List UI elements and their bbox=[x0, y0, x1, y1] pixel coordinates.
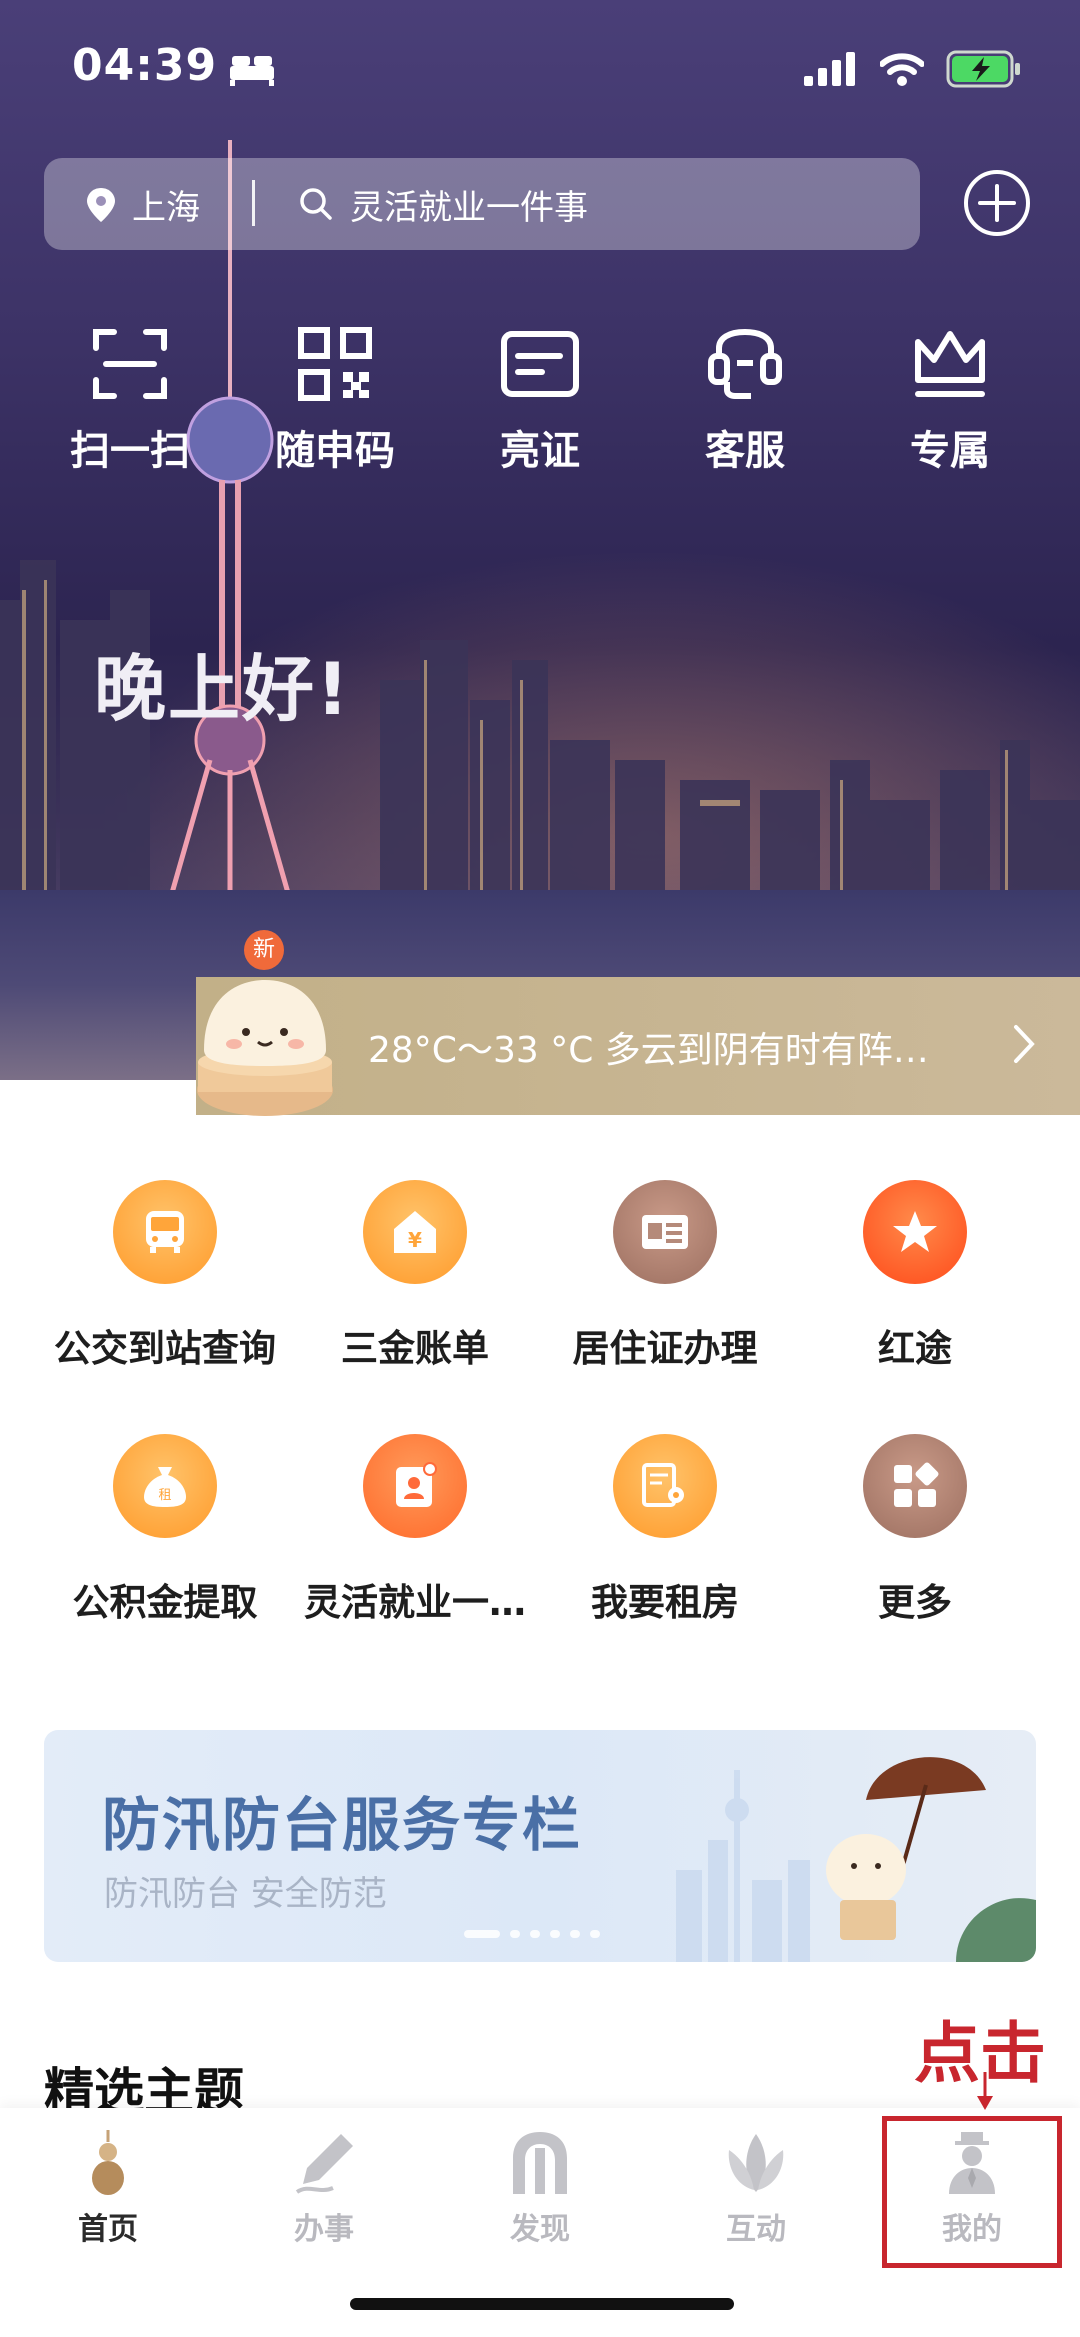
home-indicator bbox=[350, 2298, 734, 2310]
service-bus-arrival[interactable]: 公交到站查询 bbox=[40, 1180, 290, 1372]
card-icon bbox=[501, 331, 579, 397]
service-housing-fund-withdraw[interactable]: 租 公积金提取 bbox=[40, 1434, 290, 1626]
carousel-dot bbox=[550, 1930, 560, 1938]
shortcut-exclusive[interactable]: 专属 bbox=[860, 320, 1040, 476]
scan-icon bbox=[93, 329, 167, 399]
carousel-dot bbox=[464, 1930, 500, 1938]
shortcut-label: 随申码 bbox=[275, 428, 395, 474]
shortcut-label: 亮证 bbox=[500, 428, 580, 474]
service-label: 居住证办理 bbox=[572, 1327, 758, 1370]
search-input[interactable]: 灵活就业一件事 bbox=[350, 180, 588, 229]
home-gourd-icon bbox=[92, 2130, 124, 2195]
service-flexible-employment[interactable]: 灵活就业一… bbox=[290, 1434, 540, 1626]
battery-charging-icon bbox=[946, 50, 1020, 88]
shortcut-scan[interactable]: 扫一扫 bbox=[40, 320, 220, 476]
tab-interact[interactable]: 互动 bbox=[648, 2128, 864, 2248]
highlight-box bbox=[882, 2116, 1062, 2268]
oriental-pearl-tower-illustration bbox=[167, 140, 293, 900]
shortcut-label: 专属 bbox=[910, 428, 990, 474]
house-yen-icon: ¥ bbox=[394, 1211, 436, 1253]
arch-icon bbox=[513, 2132, 567, 2194]
service-label: 更多 bbox=[878, 1581, 952, 1624]
service-icon-circle: ¥ bbox=[363, 1180, 467, 1284]
service-label: 三金账单 bbox=[341, 1327, 489, 1370]
location-pin-icon bbox=[87, 188, 115, 222]
banner-title: 防汛防台服务专栏 bbox=[102, 1791, 583, 1859]
service-icon-circle bbox=[863, 1434, 967, 1538]
service-red-tour[interactable]: 红途 bbox=[790, 1180, 1040, 1372]
service-label: 公交到站查询 bbox=[54, 1327, 276, 1370]
banner-illustration bbox=[676, 1757, 1036, 1962]
search-divider bbox=[252, 180, 255, 226]
shortcut-label: 扫一扫 bbox=[70, 428, 190, 474]
service-icon-circle bbox=[863, 1180, 967, 1284]
wifi-icon bbox=[880, 53, 924, 86]
service-more[interactable]: 更多 bbox=[790, 1434, 1040, 1626]
carousel-indicator bbox=[464, 1930, 600, 1938]
carousel-dot bbox=[590, 1930, 600, 1938]
tab-services[interactable]: 办事 bbox=[216, 2128, 432, 2248]
service-icon-circle bbox=[613, 1434, 717, 1538]
shortcut-label: 客服 bbox=[705, 428, 785, 474]
shortcut-customer-service[interactable]: 客服 bbox=[655, 320, 835, 476]
service-icon-circle bbox=[613, 1180, 717, 1284]
id-badge-icon bbox=[396, 1462, 437, 1507]
carousel-dot bbox=[510, 1930, 520, 1938]
svg-text:租: 租 bbox=[158, 1488, 171, 1503]
banner-subtitle: 防汛防台 安全防范 bbox=[104, 1874, 387, 1914]
arrow-down-icon bbox=[977, 2072, 993, 2110]
tab-label: 办事 bbox=[294, 2212, 354, 2247]
grid-more-icon bbox=[894, 1462, 939, 1507]
service-icon-circle bbox=[363, 1434, 467, 1538]
service-icon-circle bbox=[113, 1180, 217, 1284]
bus-icon bbox=[146, 1211, 184, 1253]
service-residence-permit[interactable]: 居住证办理 bbox=[540, 1180, 790, 1372]
pen-icon bbox=[295, 2134, 353, 2194]
city-selector[interactable]: 上海 bbox=[132, 180, 200, 229]
status-time: 04:39 bbox=[72, 40, 218, 91]
service-rent-house[interactable]: 我要租房 bbox=[540, 1434, 790, 1626]
carousel-dot bbox=[530, 1930, 540, 1938]
flood-prevention-banner[interactable]: 防汛防台服务专栏 防汛防台 安全防范 bbox=[44, 1730, 1036, 1962]
tab-home[interactable]: 首页 bbox=[0, 2128, 216, 2248]
rent-document-icon bbox=[642, 1463, 684, 1507]
crown-icon bbox=[915, 331, 985, 397]
svg-text:¥: ¥ bbox=[408, 1228, 422, 1252]
tab-label: 首页 bbox=[78, 2212, 138, 2247]
money-bag-icon: 租 bbox=[144, 1467, 186, 1507]
magnolia-icon bbox=[728, 2134, 784, 2192]
service-label: 灵活就业一… bbox=[304, 1581, 526, 1624]
tab-label: 发现 bbox=[510, 2212, 570, 2247]
service-label: 我要租房 bbox=[591, 1581, 739, 1624]
tab-discover[interactable]: 发现 bbox=[432, 2128, 648, 2248]
chevron-right-icon bbox=[1014, 1025, 1035, 1063]
weather-text: 28°C～33 °C 多云到阴有时有阵… bbox=[368, 1030, 929, 1071]
service-three-funds-bill[interactable]: ¥ 三金账单 bbox=[290, 1180, 540, 1372]
sleep-mode-icon bbox=[230, 56, 274, 86]
carousel-dot bbox=[570, 1930, 580, 1938]
headset-icon bbox=[708, 328, 782, 399]
search-icon bbox=[300, 188, 332, 220]
search-bar[interactable]: 上海 灵活就业一件事 bbox=[44, 158, 920, 250]
tab-label: 互动 bbox=[726, 2212, 786, 2247]
residence-card-icon bbox=[642, 1215, 688, 1249]
cellular-signal-icon bbox=[804, 52, 855, 86]
star-icon bbox=[893, 1211, 937, 1252]
add-plus-icon[interactable] bbox=[962, 168, 1032, 238]
service-label: 公积金提取 bbox=[72, 1581, 258, 1624]
status-bar: 04:39 bbox=[0, 0, 1080, 130]
top-shortcuts: 扫一扫 随申码 亮证 客服 专属 bbox=[0, 320, 1080, 490]
greeting-text: 晚上好! bbox=[94, 647, 351, 731]
service-label: 红途 bbox=[878, 1327, 952, 1370]
new-badge: 新 bbox=[244, 930, 284, 970]
qr-code-icon bbox=[298, 327, 372, 401]
shortcut-qr-code[interactable]: 随申码 bbox=[245, 320, 425, 476]
shortcut-show-card[interactable]: 亮证 bbox=[450, 320, 630, 476]
service-icon-circle: 租 bbox=[113, 1434, 217, 1538]
